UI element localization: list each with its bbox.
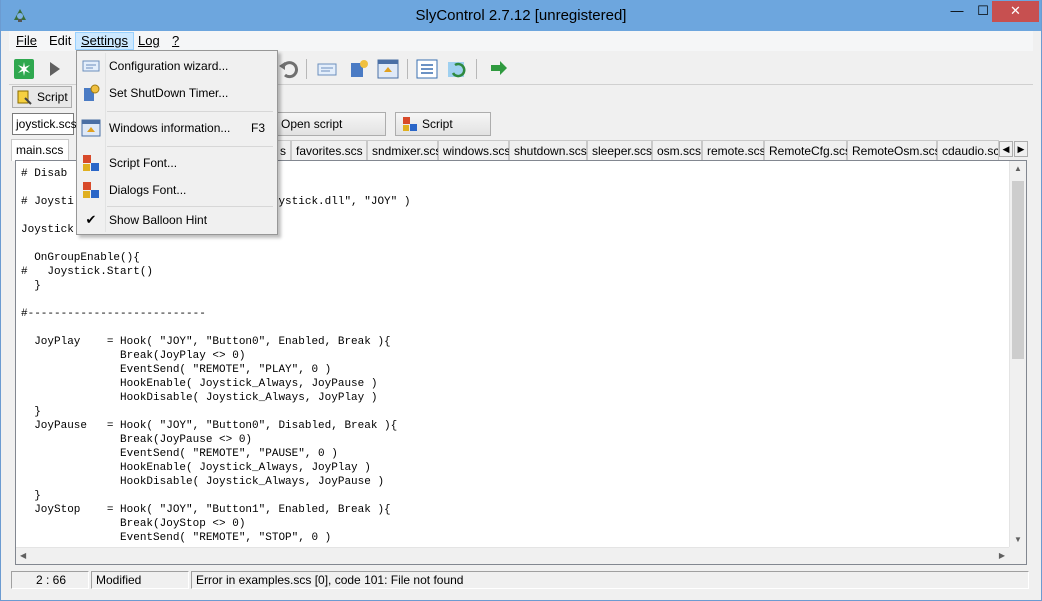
undo-icon[interactable]: [277, 57, 301, 81]
tab-favorites[interactable]: favorites.scs: [291, 140, 367, 161]
windows-info-icon: [81, 119, 101, 137]
scroll-left-icon[interactable]: ◀: [20, 551, 26, 560]
scroll-up-icon[interactable]: ▲: [1014, 164, 1022, 173]
window-title: SlyControl 2.7.12 [unregistered]: [415, 7, 627, 24]
scrollbar-corner: [1009, 547, 1026, 564]
tab-cdaudio[interactable]: cdaudio.scs: [937, 140, 999, 161]
timer-icon: [84, 84, 100, 101]
tab-hidden-partial[interactable]: s: [277, 140, 291, 161]
tab-shutdown[interactable]: shutdown.scs: [509, 140, 587, 161]
tab-main[interactable]: main.scs: [11, 139, 69, 161]
toolbar-separator: [407, 59, 408, 79]
app-window: SlyControl 2.7.12 [unregistered] — ☐ ✕ F…: [0, 0, 1042, 601]
menu-settings-label: Settings: [81, 33, 128, 48]
script-button-label: Script: [37, 90, 68, 104]
tab-sndmixer[interactable]: sndmixer.scs: [367, 140, 441, 161]
menu-help[interactable]: ?: [167, 32, 184, 50]
menu-file[interactable]: File: [11, 32, 42, 50]
tab-windows[interactable]: windows.scs: [438, 140, 510, 161]
menu-edit-label: Edit: [49, 33, 72, 48]
title-bar[interactable]: SlyControl 2.7.12 [unregistered] — ☐ ✕: [1, 0, 1041, 31]
vertical-scrollbar[interactable]: ▲ ▼: [1009, 161, 1026, 547]
toolbar-separator: [306, 59, 307, 79]
menu-settings[interactable]: Settings: [75, 32, 134, 50]
tabs-scroll-right-button[interactable]: ▶: [1014, 141, 1028, 157]
vertical-scroll-thumb[interactable]: [1012, 181, 1024, 359]
close-button[interactable]: ✕: [992, 1, 1039, 22]
menu-item-shutdown-timer[interactable]: Set ShutDown Timer...: [79, 81, 275, 105]
check-icon: ✔: [85, 212, 97, 227]
script-icon: [17, 90, 32, 105]
config-icon[interactable]: [347, 57, 371, 81]
toolbar-separator: [476, 59, 477, 79]
menu-separator: [107, 206, 273, 207]
menu-bar: File Edit Settings Log ?: [9, 31, 1033, 51]
font-icon: [83, 155, 99, 171]
tab-remoteosm[interactable]: RemoteOsm.scs: [847, 140, 941, 161]
menu-item-label: Set ShutDown Timer...: [109, 86, 229, 100]
menu-log-label: Log: [138, 33, 160, 48]
menu-item-windows-information[interactable]: Windows information... F3: [79, 116, 275, 140]
font-icon: [83, 182, 99, 198]
font-icon: [403, 117, 417, 131]
status-bar: 2 : 66 Modified Error in examples.scs [0…: [11, 570, 1031, 590]
menu-item-show-balloon-hint[interactable]: ✔ Show Balloon Hint: [79, 208, 275, 232]
menu-item-script-font[interactable]: Script Font...: [79, 151, 275, 175]
menu-item-label: Show Balloon Hint: [109, 213, 208, 227]
tab-remote[interactable]: remote.scs: [702, 140, 766, 161]
windows-info-icon[interactable]: [376, 57, 400, 81]
cursor-position: 2 : 66: [11, 571, 89, 589]
menu-item-label: Windows information...: [109, 121, 231, 135]
tab-remotecfg[interactable]: RemoteCfg.scs: [764, 140, 851, 161]
refresh-icon[interactable]: [445, 57, 469, 81]
script-button[interactable]: Script: [12, 86, 72, 108]
scroll-down-icon[interactable]: ▼: [1014, 535, 1022, 544]
open-script-folder-button[interactable]: Open script folder...: [274, 112, 386, 153]
menu-item-label: Dialogs Font...: [109, 183, 187, 197]
play-icon[interactable]: [42, 57, 66, 81]
menu-item-shortcut: F3: [251, 121, 266, 135]
tab-sleeper[interactable]: sleeper.scs: [587, 140, 652, 161]
menu-item-label: Configuration wizard...: [109, 59, 229, 73]
menu-help-label: ?: [172, 33, 180, 48]
menu-separator: [107, 111, 273, 112]
status-message: Error in examples.scs [0], code 101: Fil…: [191, 571, 1029, 589]
script-font-button[interactable]: Script Font...: [395, 112, 491, 153]
script-file-combo[interactable]: joystick.scs: [12, 113, 77, 135]
horizontal-scrollbar[interactable]: ◀ ▶: [16, 547, 1009, 564]
settings-menu: Configuration wizard... Set ShutDown Tim…: [76, 50, 278, 235]
wizard-icon: [82, 60, 100, 72]
scroll-right-icon[interactable]: ▶: [999, 551, 1005, 560]
go-icon[interactable]: [486, 57, 510, 81]
list-icon[interactable]: [415, 57, 439, 81]
start-icon[interactable]: [12, 57, 36, 81]
edit-script-icon[interactable]: [315, 57, 339, 81]
menu-separator: [107, 146, 273, 147]
tabs-scroll-left-button[interactable]: ◀: [999, 141, 1013, 157]
modified-status: Modified: [91, 571, 189, 589]
minimize-button[interactable]: —: [944, 1, 970, 22]
menu-log[interactable]: Log: [133, 32, 165, 50]
menu-icon-column: [105, 53, 106, 232]
tab-osm[interactable]: osm.scs: [652, 140, 702, 161]
menu-item-configuration-wizard[interactable]: Configuration wizard...: [79, 54, 275, 78]
menu-item-dialogs-font[interactable]: Dialogs Font...: [79, 178, 275, 202]
menu-item-label: Script Font...: [109, 156, 178, 170]
menu-edit[interactable]: Edit: [44, 32, 76, 50]
menu-file-label: File: [16, 33, 37, 48]
